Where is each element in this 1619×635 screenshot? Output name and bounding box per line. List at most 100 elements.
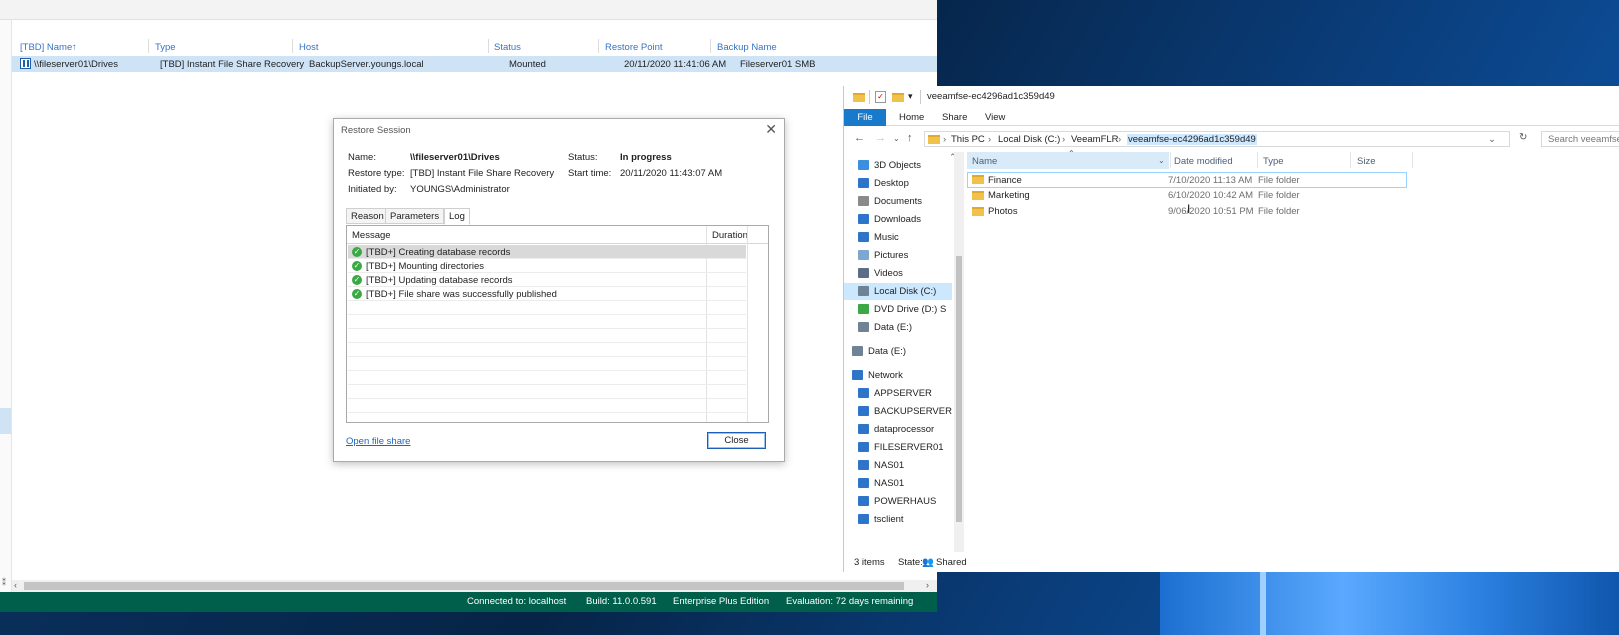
column-separator xyxy=(1350,152,1351,168)
empty-row xyxy=(348,315,746,329)
up-icon[interactable]: ↑ xyxy=(907,132,913,144)
log-list[interactable]: Message Duration ✓ [TBD+] Creating datab… xyxy=(346,225,769,423)
close-button[interactable]: Close xyxy=(707,432,766,449)
breadcrumb-chevron-icon[interactable]: › xyxy=(988,134,991,145)
scroll-right-icon[interactable]: › xyxy=(926,580,929,590)
nav-item[interactable]: Music xyxy=(844,229,952,246)
tab-share[interactable]: Share xyxy=(942,112,967,123)
log-column-message[interactable]: Message xyxy=(352,230,391,241)
nav-item-label: Videos xyxy=(874,268,903,279)
properties-icon[interactable]: ✓ xyxy=(875,91,886,103)
checkmark-icon: ✓ xyxy=(352,261,362,271)
column-name[interactable]: [TBD] Name xyxy=(20,42,72,53)
computer-icon xyxy=(858,478,869,488)
nav-item[interactable]: Documents xyxy=(844,193,952,210)
column-status[interactable]: Status xyxy=(494,42,521,53)
column-type[interactable]: Type xyxy=(1263,156,1284,167)
status-evaluation: Evaluation: 72 days remaining xyxy=(786,596,914,607)
nav-item[interactable]: BACKUPSERVER xyxy=(844,403,952,420)
breadcrumb-chevron-icon[interactable]: › xyxy=(1062,134,1065,145)
breadcrumb-chevron-icon[interactable]: › xyxy=(943,134,946,145)
scrollbar-thumb[interactable] xyxy=(24,582,904,590)
tab-view[interactable]: View xyxy=(985,112,1005,123)
log-row[interactable]: ✓ [TBD+] Mounting directories xyxy=(348,259,746,273)
tab-parameters[interactable]: Parameters xyxy=(385,208,445,224)
folder-row[interactable]: Finance 7/10/2020 11:13 AM File folder xyxy=(967,172,1407,188)
horizontal-scrollbar[interactable]: ‹ › xyxy=(12,580,937,592)
column-host[interactable]: Host xyxy=(299,42,319,53)
nav-item[interactable]: DVD Drive (D:) S xyxy=(844,301,952,318)
breadcrumb-this-pc[interactable]: This PC xyxy=(951,134,985,145)
nav-item[interactable]: NAS01 xyxy=(844,475,952,492)
nav-item[interactable]: Videos xyxy=(844,265,952,282)
dialog-title: Restore Session xyxy=(341,125,411,136)
log-row[interactable]: ✓ [TBD+] File share was successfully pub… xyxy=(348,287,746,301)
scroll-left-icon[interactable]: ‹ xyxy=(14,580,17,590)
scrollbar-thumb[interactable] xyxy=(956,256,962,522)
tab-reason[interactable]: Reason xyxy=(346,208,389,224)
nav-item[interactable]: APPSERVER xyxy=(844,385,952,402)
breadcrumb-local-disk[interactable]: Local Disk (C:) xyxy=(998,134,1060,145)
log-message: [TBD+] Mounting directories xyxy=(366,261,485,272)
column-restore-point[interactable]: Restore Point xyxy=(605,42,663,53)
column-separator xyxy=(1412,152,1413,168)
nav-item[interactable]: Pictures xyxy=(844,247,952,264)
nav-item[interactable]: NAS01 xyxy=(844,457,952,474)
nav-item-label: Downloads xyxy=(874,214,921,225)
navigation-pane[interactable]: ⁑ xyxy=(0,20,12,592)
nav-scrollbar[interactable] xyxy=(954,152,964,552)
address-bar-row: ← → ⌄ ↑ › This PC › Local Disk (C:) › Ve… xyxy=(844,129,1619,149)
breadcrumb-current-folder[interactable]: veeamfse-ec4296ad1c359d49 xyxy=(1127,134,1257,145)
column-size[interactable]: Size xyxy=(1357,156,1375,167)
close-icon[interactable]: ✕ xyxy=(765,121,777,138)
nav-item[interactable]: FILESERVER01 xyxy=(844,439,952,456)
refresh-icon[interactable]: ↻ xyxy=(1519,132,1527,143)
folder-date: 6/10/2020 10:42 AM xyxy=(1168,190,1254,201)
column-backup-name[interactable]: Backup Name xyxy=(717,42,777,53)
address-dropdown-icon[interactable]: ⌄ xyxy=(1488,134,1496,145)
ribbon: File Home Share View xyxy=(844,109,1619,126)
log-row[interactable]: ✓ [TBD+] Creating database records xyxy=(348,245,746,259)
nav-item[interactable]: tsclient xyxy=(844,511,952,528)
column-date-modified[interactable]: Date modified xyxy=(1174,156,1233,167)
log-column-duration[interactable]: Duration xyxy=(712,230,748,241)
back-icon[interactable]: ← xyxy=(854,132,865,144)
column-type[interactable]: Type xyxy=(155,42,176,53)
tab-file[interactable]: File xyxy=(844,109,886,126)
navigation-selected-item[interactable] xyxy=(0,408,11,434)
tab-log[interactable]: Log xyxy=(444,208,470,225)
customize-toolbar-icon[interactable]: ▾ xyxy=(908,91,913,102)
computer-icon xyxy=(858,496,869,506)
column-filter-icon[interactable]: ⌄ xyxy=(1158,156,1165,165)
breadcrumb-chevron-icon[interactable]: › xyxy=(1118,134,1121,145)
nav-item[interactable]: POWERHAUS xyxy=(844,493,952,510)
navigation-pane: ⌃ 3D Objects Desktop Documents Downloads Mus… xyxy=(844,152,957,552)
folder-icon xyxy=(853,93,865,102)
folder-type: File folder xyxy=(1258,175,1300,186)
nav-item[interactable]: Downloads xyxy=(844,211,952,228)
breadcrumb-veeamflr[interactable]: VeeamFLR xyxy=(1071,134,1119,145)
forward-icon[interactable]: → xyxy=(875,132,886,144)
nav-item[interactable]: Desktop xyxy=(844,175,952,192)
log-row[interactable]: ✓ [TBD+] Updating database records xyxy=(348,273,746,287)
column-separator xyxy=(148,39,149,53)
search-input[interactable]: Search veeamfse- xyxy=(1541,131,1619,147)
session-row[interactable]: \\fileserver01\Drives [TBD] Instant File… xyxy=(12,56,937,72)
address-bar[interactable]: › This PC › Local Disk (C:) › VeeamFLR ›… xyxy=(924,131,1510,147)
sessions-grid-header: [TBD] Name ↑ Type Host Status Restore Po… xyxy=(12,39,937,55)
open-file-share-link[interactable]: Open file share xyxy=(346,436,410,447)
nav-item[interactable]: Data (E:) xyxy=(844,343,952,360)
column-name[interactable]: Name xyxy=(972,156,997,167)
nav-item[interactable]: Local Disk (C:) xyxy=(844,283,952,300)
name-label: Name: xyxy=(348,152,376,163)
new-folder-icon[interactable] xyxy=(892,93,904,102)
sort-ascending-icon[interactable]: ↑ xyxy=(72,42,77,53)
nav-item[interactable]: 3D Objects xyxy=(844,157,952,174)
pane-resize-glyph[interactable]: ⁑ xyxy=(2,578,6,587)
nav-item-label: DVD Drive (D:) S xyxy=(874,304,947,315)
recent-locations-icon[interactable]: ⌄ xyxy=(893,134,900,143)
tab-home[interactable]: Home xyxy=(899,112,924,123)
nav-item[interactable]: Network xyxy=(844,367,952,384)
nav-item[interactable]: dataprocessor xyxy=(844,421,952,438)
nav-item[interactable]: Data (E:) xyxy=(844,319,952,336)
